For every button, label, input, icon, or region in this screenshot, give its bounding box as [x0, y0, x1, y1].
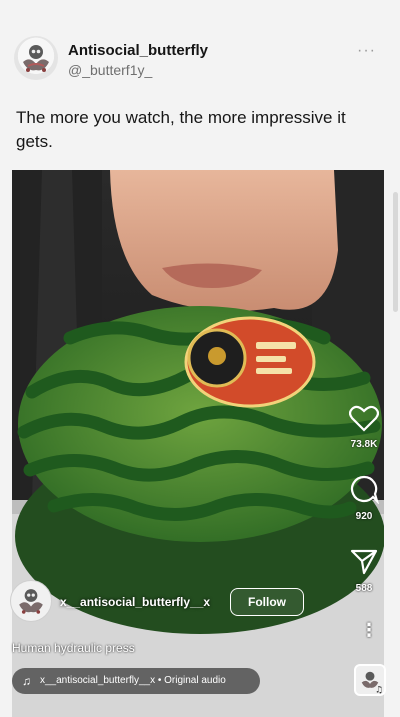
reel-avatar[interactable] [10, 580, 52, 622]
reel-author[interactable]: x__antisocial_butterfly__x Follow [10, 580, 310, 624]
share-icon [350, 549, 378, 575]
like-count: 73.8K [350, 439, 378, 450]
audio-label: x__antisocial_butterfly__x • Original au… [40, 675, 226, 686]
audio-thumbnail[interactable]: ♫ [354, 664, 386, 696]
music-note-icon: ♫ [22, 674, 31, 688]
watermelon-label [184, 316, 316, 408]
heart-icon [348, 405, 380, 432]
comment-icon [350, 475, 380, 505]
skull-butterfly-icon [23, 45, 49, 72]
like-button[interactable]: 73.8K [346, 404, 382, 450]
skull-butterfly-icon: ♫ [361, 671, 383, 694]
ellipsis-icon[interactable]: ··· [357, 42, 376, 60]
vertical-ellipsis-icon[interactable]: ⋮ [360, 620, 378, 641]
author-avatar[interactable] [14, 36, 58, 80]
author-display-name[interactable]: Antisocial_butterfly [68, 42, 208, 59]
post-text: The more you watch, the more impressive … [16, 108, 346, 151]
video-frame [12, 170, 384, 717]
scrollbar[interactable] [393, 192, 398, 312]
follow-button[interactable]: Follow [230, 588, 304, 616]
share-count: 588 [355, 583, 373, 594]
svg-text:♫: ♫ [375, 686, 383, 694]
author-handle[interactable]: @_butterf1y_ [68, 62, 152, 78]
post-card: Antisocial_butterfly @_butterf1y_ ··· Th… [0, 0, 400, 717]
video-player[interactable]: 73.8K 920 588 [12, 170, 384, 717]
comment-count: 920 [355, 511, 373, 522]
audio-pill[interactable]: ♫ x__antisocial_butterfly__x • Original … [12, 668, 260, 694]
comment-button[interactable]: 920 [346, 474, 382, 522]
reel-username[interactable]: x__antisocial_butterfly__x [60, 595, 210, 609]
skull-butterfly-icon [19, 589, 43, 614]
share-button[interactable]: 588 [346, 546, 382, 594]
reel-caption: Human hydraulic press [12, 641, 135, 655]
post-author[interactable]: Antisocial_butterfly @_butterf1y_ ··· [14, 36, 386, 84]
